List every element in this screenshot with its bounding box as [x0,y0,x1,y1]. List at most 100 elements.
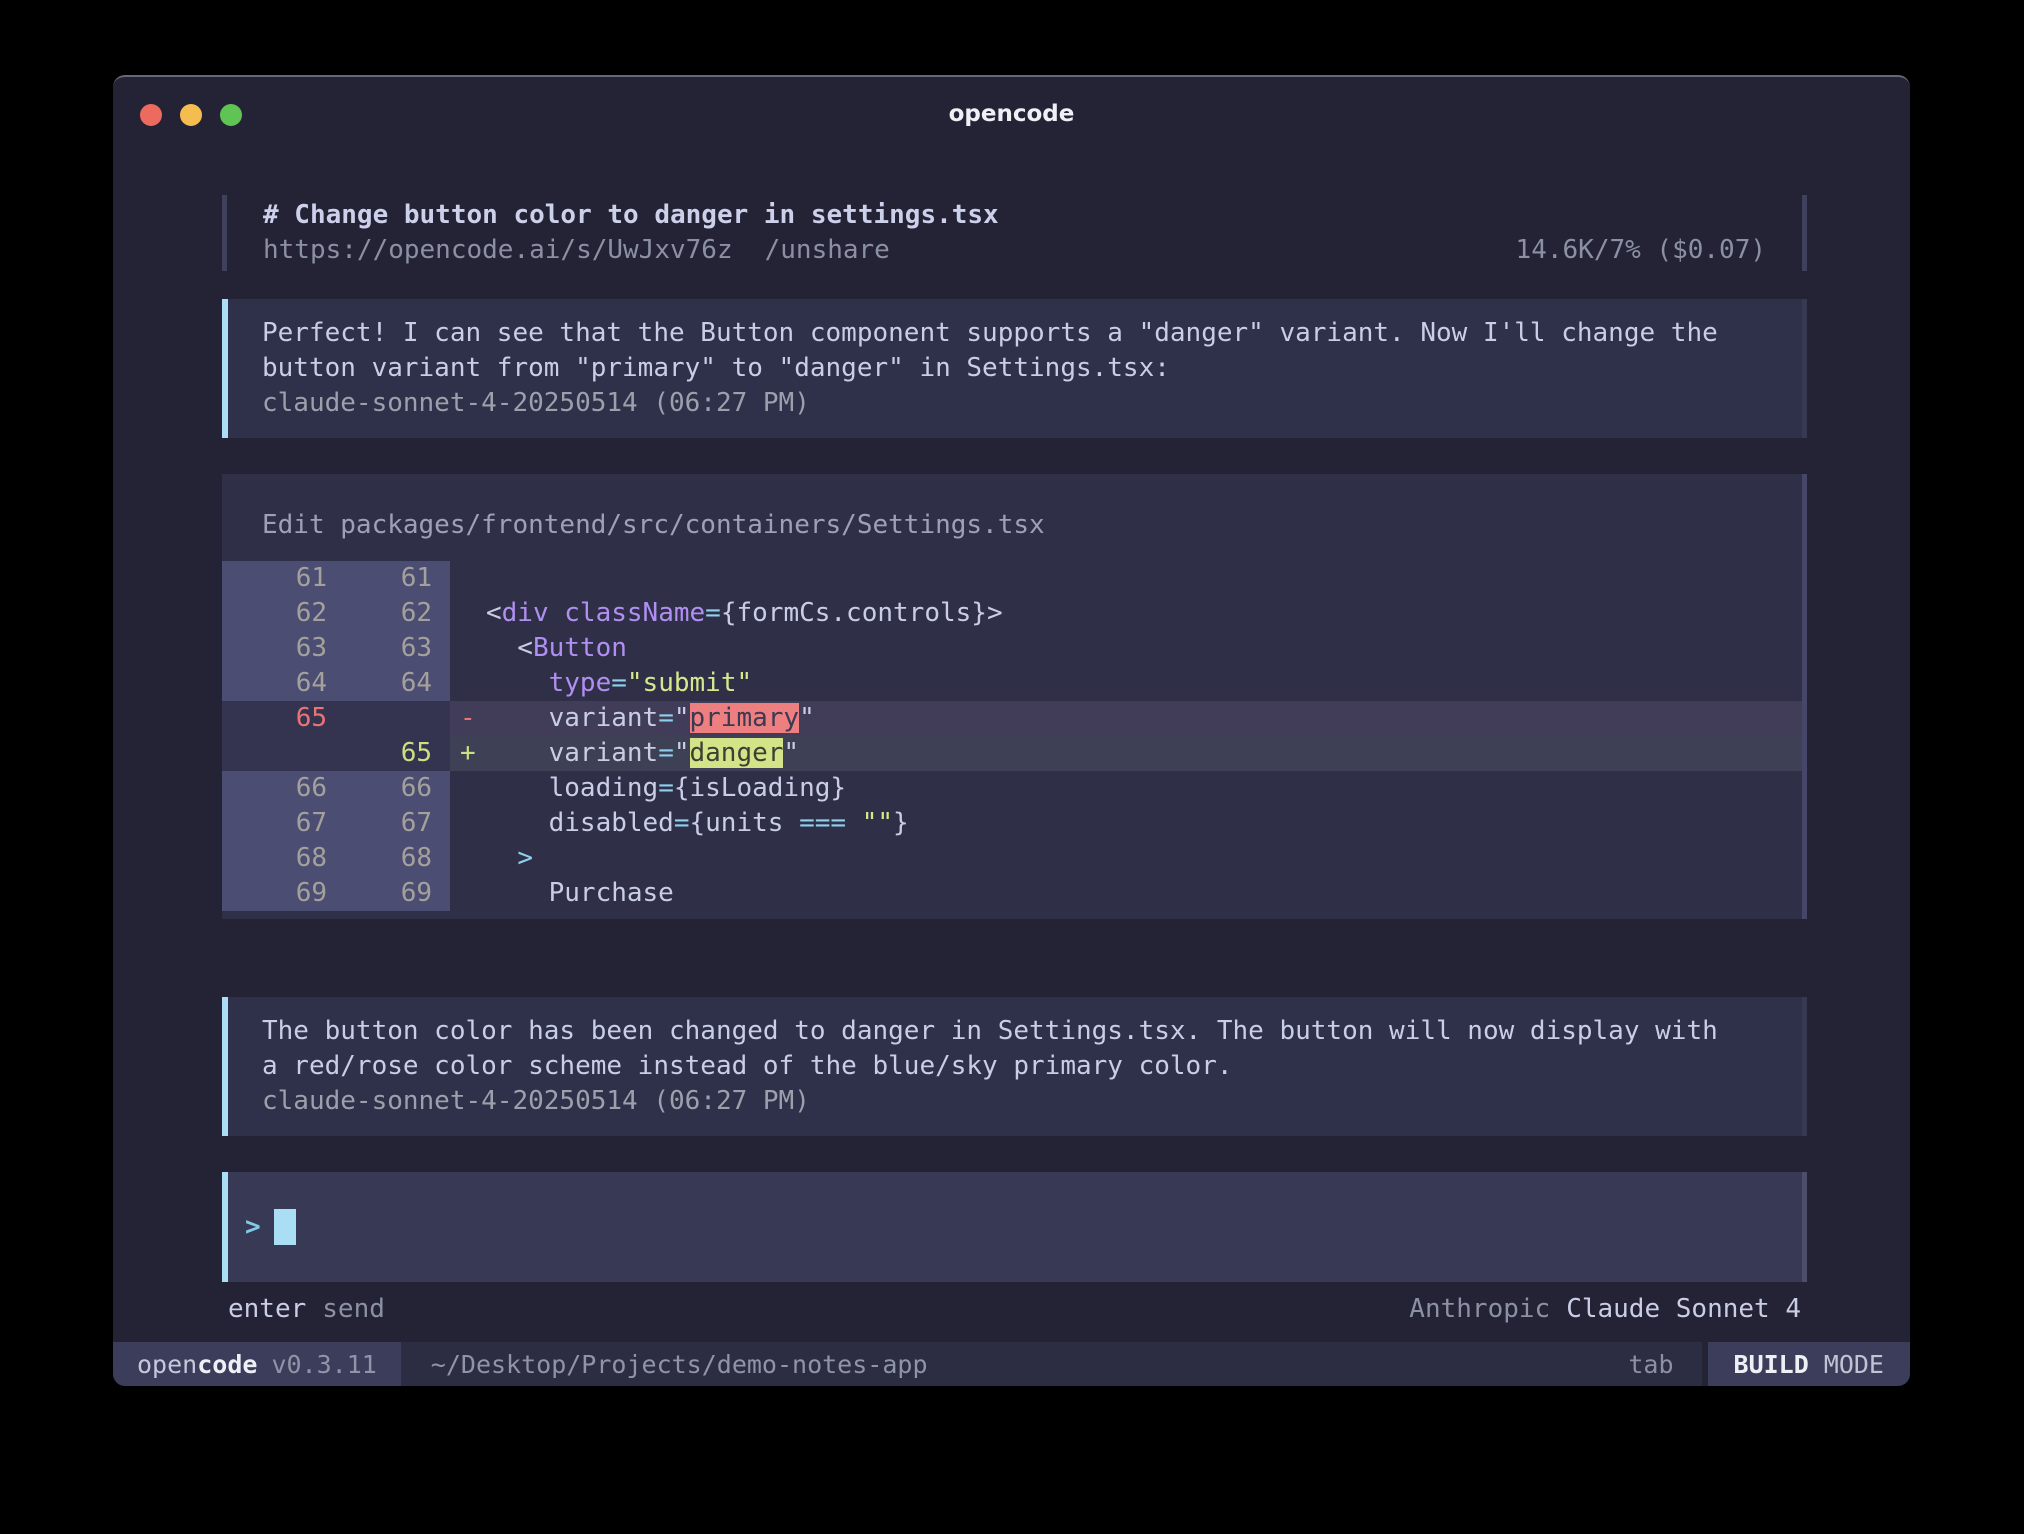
diff-row: 65 - variant="primary" [222,701,1802,736]
diff-gutter: 62 62 [222,596,450,631]
diff-marker: + [450,736,486,771]
code-token [486,843,517,873]
message-line: The button color has been changed to dan… [262,1014,1772,1049]
code-token: disabled [486,808,674,838]
model-name: Claude Sonnet 4 [1566,1294,1801,1324]
diff-row: 68 68 > [222,841,1802,876]
new-line-number: 68 [327,841,432,876]
code-line: <Button [486,631,1802,666]
working-directory: ~/Desktop/Projects/demo-notes-app [431,1350,928,1379]
code-token: = [674,808,690,838]
text-cursor [274,1209,296,1245]
code-token: < [486,598,502,628]
old-line-number: 63 [222,631,327,666]
session-header: # Change button color to danger in setti… [222,195,1807,271]
diff-row: 64 64 type="submit" [222,666,1802,701]
new-line-number: 66 [327,771,432,806]
diff-marker: - [450,701,486,736]
code-token: "" [862,808,893,838]
app-version: v0.3.11 [271,1350,376,1379]
share-url-link[interactable]: https://opencode.ai/s/UwJxv76z [263,233,733,268]
message-line: a red/rose color scheme instead of the b… [262,1049,1772,1084]
code-token: type [549,668,612,698]
old-line-number: 65 [222,701,327,736]
old-line-number: 62 [222,596,327,631]
code-line: type="submit" [486,666,1802,701]
edit-file-title: Edit packages/frontend/src/containers/Se… [222,474,1802,561]
model-indicator: Anthropic Claude Sonnet 4 [1409,1292,1801,1327]
code-token: } [893,808,909,838]
diff-marker [450,876,486,911]
footer-hints: enter send Anthropic Claude Sonnet 4 [222,1292,1807,1327]
diff-gutter: 61 61 [222,561,450,596]
footer-spacer [385,1292,1409,1327]
diff-row: 69 69 Purchase [222,876,1802,911]
new-line-number: 63 [327,631,432,666]
old-line-number: 67 [222,806,327,841]
code-token: div [502,598,549,628]
assistant-message: The button color has been changed to dan… [222,997,1807,1136]
diff-row: 63 63 <Button [222,631,1802,666]
code-token: " [674,738,690,768]
code-token: Purchase [486,878,674,908]
diff-marker [450,596,486,631]
code-token: " [783,738,799,768]
new-line-number: 61 [327,561,432,596]
provider-name: Anthropic [1409,1294,1550,1324]
unshare-command-hint: /unshare [765,233,890,268]
diff-gutter: 66 66 [222,771,450,806]
edit-tool-card: Edit packages/frontend/src/containers/Se… [222,474,1807,919]
code-token: danger [690,738,784,768]
token-cost-stats: 14.6K/7% ($0.07) [1516,233,1766,268]
code-token [486,668,549,698]
code-token: loading [486,773,658,803]
code-line [486,561,1802,596]
diff-gutter: 65 [222,701,450,736]
diff-gutter: 65 [222,736,450,771]
code-token: className [564,598,705,628]
new-line-number: 67 [327,806,432,841]
old-line-number [222,736,327,771]
code-token: " [799,703,815,733]
status-bar: opencode v0.3.11 ~/Desktop/Projects/demo… [113,1342,1910,1386]
diff-gutter: 63 63 [222,631,450,666]
code-line: variant="danger" [486,736,1802,771]
prompt-input[interactable]: > [222,1172,1807,1282]
main-column: # Change button color to danger in setti… [222,195,1807,1327]
session-subheader: https://opencode.ai/s/UwJxv76z /unshare … [263,233,1766,268]
code-token: = [611,668,627,698]
diff-gutter: 69 69 [222,876,450,911]
send-hint: enter send [228,1292,385,1327]
diff-row: 66 66 loading={isLoading} [222,771,1802,806]
code-token: variant [486,738,658,768]
diff-marker [450,841,486,876]
code-token: "submit" [627,668,752,698]
assistant-message: Perfect! I can see that the Button compo… [222,299,1807,438]
old-line-number: 64 [222,666,327,701]
diff-marker [450,806,486,841]
diff-gutter: 64 64 [222,666,450,701]
app-name-bold: code [197,1350,257,1379]
mode-name: BUILD [1734,1350,1809,1379]
send-action-label: send [322,1294,385,1324]
new-line-number [327,701,432,736]
diff-row: 62 62 <div className={formCs.controls}> [222,596,1802,631]
session-title: # Change button color to danger in setti… [263,198,1766,233]
message-line: button variant from "primary" to "danger… [262,351,1772,386]
diff-marker [450,561,486,596]
code-token: < [486,633,533,663]
old-line-number: 66 [222,771,327,806]
enter-key-hint: enter [228,1294,306,1324]
code-token: > [987,598,1003,628]
code-token: {formCs.controls} [721,598,987,628]
opencode-window: opencode # Change button color to danger… [113,75,1910,1386]
mode-segment: BUILD MODE [1702,1342,1910,1386]
titlebar: opencode [113,77,1910,149]
code-line: disabled={units === ""} [486,806,1802,841]
mode-label: MODE [1824,1350,1884,1379]
new-line-number: 69 [327,876,432,911]
code-token: Button [533,633,627,663]
code-line: variant="primary" [486,701,1802,736]
code-token: = [658,738,674,768]
old-line-number: 69 [222,876,327,911]
